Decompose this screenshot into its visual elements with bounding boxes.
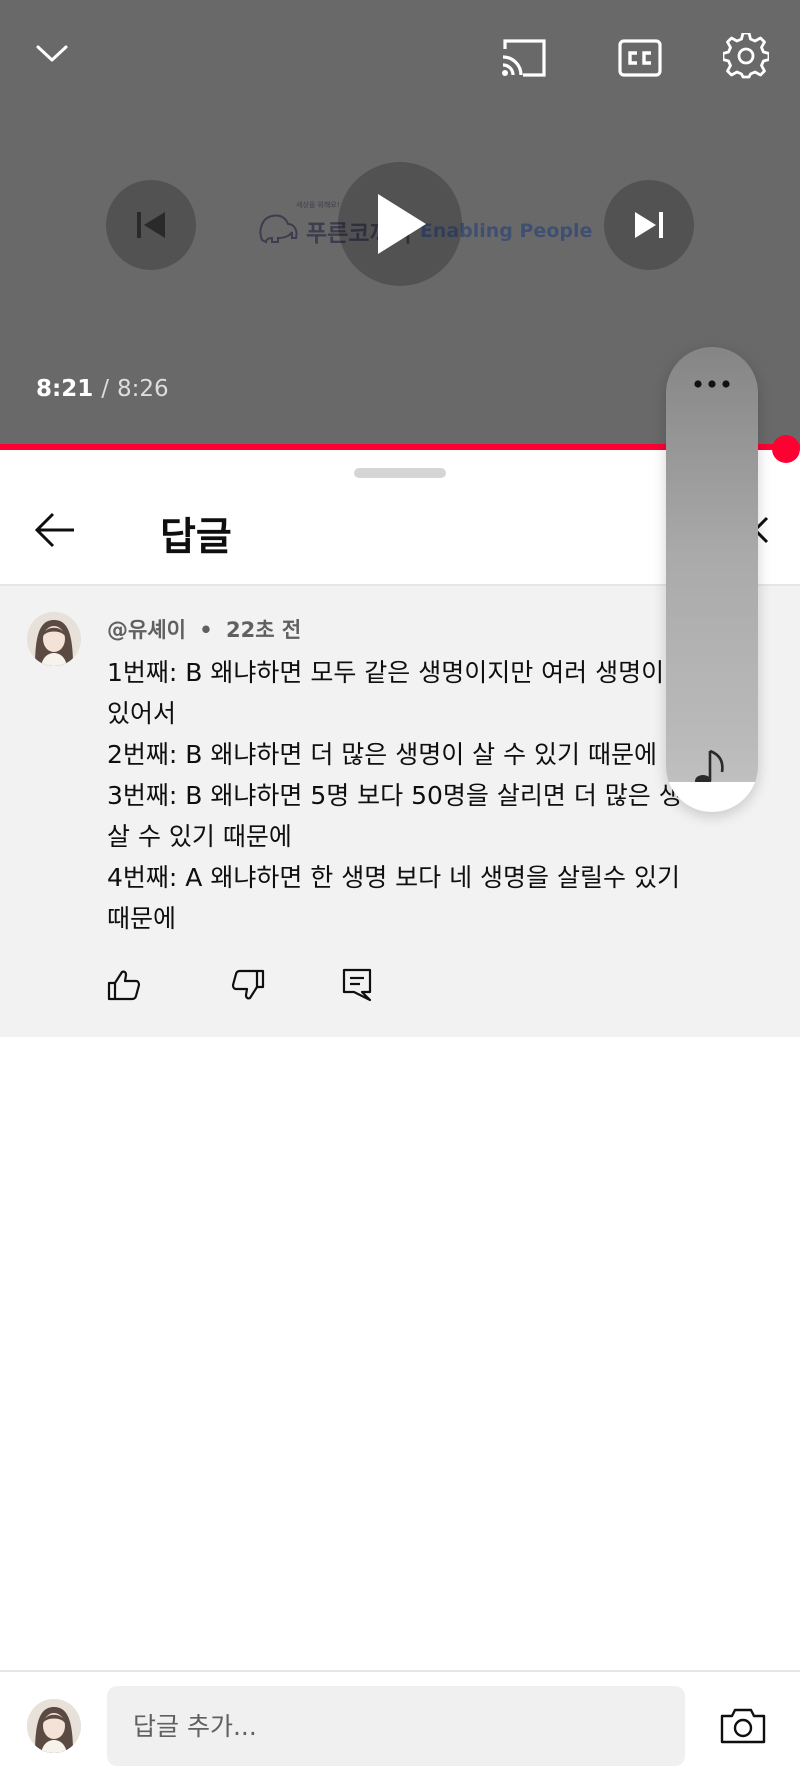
- chevron-down-icon[interactable]: [28, 30, 76, 78]
- comment-author[interactable]: @유셰이: [107, 618, 186, 642]
- logo-tag: 세상을 위해요!: [296, 201, 340, 209]
- cc-icon[interactable]: [612, 32, 668, 84]
- reply-composer: [0, 1670, 800, 1779]
- skip-next-icon: [635, 212, 663, 238]
- time-display: 8:21 / 8:26: [36, 376, 169, 402]
- comment-meta: @유셰이 • 22초 전: [107, 614, 301, 644]
- meta-separator: •: [199, 618, 213, 642]
- skip-previous-button[interactable]: [106, 180, 196, 270]
- camera-icon: [720, 1708, 766, 1744]
- drag-handle[interactable]: [354, 468, 446, 478]
- comment-actions: [107, 963, 392, 1007]
- floating-edge-panel[interactable]: [666, 347, 758, 812]
- comment-line: 살 수 있기 때문에: [107, 822, 292, 851]
- comment-icon: [342, 968, 372, 1002]
- skip-previous-icon: [137, 212, 165, 238]
- time-separator: /: [101, 376, 109, 402]
- comment-line: 때문에: [107, 904, 177, 933]
- thumbs-down-icon: [231, 969, 265, 1000]
- current-time: 8:21: [36, 376, 94, 402]
- elephant-logo-icon: [256, 210, 300, 252]
- gear-icon[interactable]: [718, 28, 774, 84]
- comment-line: 있어서: [107, 699, 177, 728]
- current-user-avatar[interactable]: [27, 1699, 81, 1753]
- skip-next-button[interactable]: [604, 180, 694, 270]
- comment-line: 2번째: B 왜냐하면 더 많은 생명이 살 수 있기 때문에: [107, 740, 658, 769]
- back-button[interactable]: [30, 505, 80, 555]
- play-button[interactable]: [338, 162, 462, 286]
- avatar[interactable]: [27, 612, 81, 666]
- duration: 8:26: [117, 376, 169, 402]
- comment-time: 22초 전: [226, 618, 302, 642]
- camera-button[interactable]: [716, 1702, 770, 1750]
- panel-title: 답글: [160, 515, 232, 560]
- like-button[interactable]: [107, 963, 157, 1007]
- play-icon: [378, 194, 426, 254]
- progress-scrubber[interactable]: [772, 435, 800, 463]
- reply-button[interactable]: [342, 963, 392, 1007]
- comment-text: 1번째: B 왜냐하면 모두 같은 생명이지만 여러 생명이 있어서 2번째: …: [107, 652, 728, 939]
- reply-input[interactable]: [107, 1686, 685, 1766]
- comment-line: 3번째: B 왜냐하면 5명 보다 50명을 살리면 더 많은 생명이: [107, 781, 728, 810]
- more-icon[interactable]: [686, 369, 738, 399]
- cast-icon[interactable]: [496, 32, 552, 84]
- dislike-button[interactable]: [231, 963, 281, 1007]
- comment-line: 4번째: A 왜냐하면 한 생명 보다 네 생명을 살릴수 있기: [107, 863, 680, 892]
- arrow-left-icon: [34, 512, 74, 548]
- panel-footer: [666, 782, 758, 812]
- thumbs-up-icon: [107, 970, 141, 1001]
- comment-line: 1번째: B 왜냐하면 모두 같은 생명이지만 여러 생명이: [107, 658, 665, 687]
